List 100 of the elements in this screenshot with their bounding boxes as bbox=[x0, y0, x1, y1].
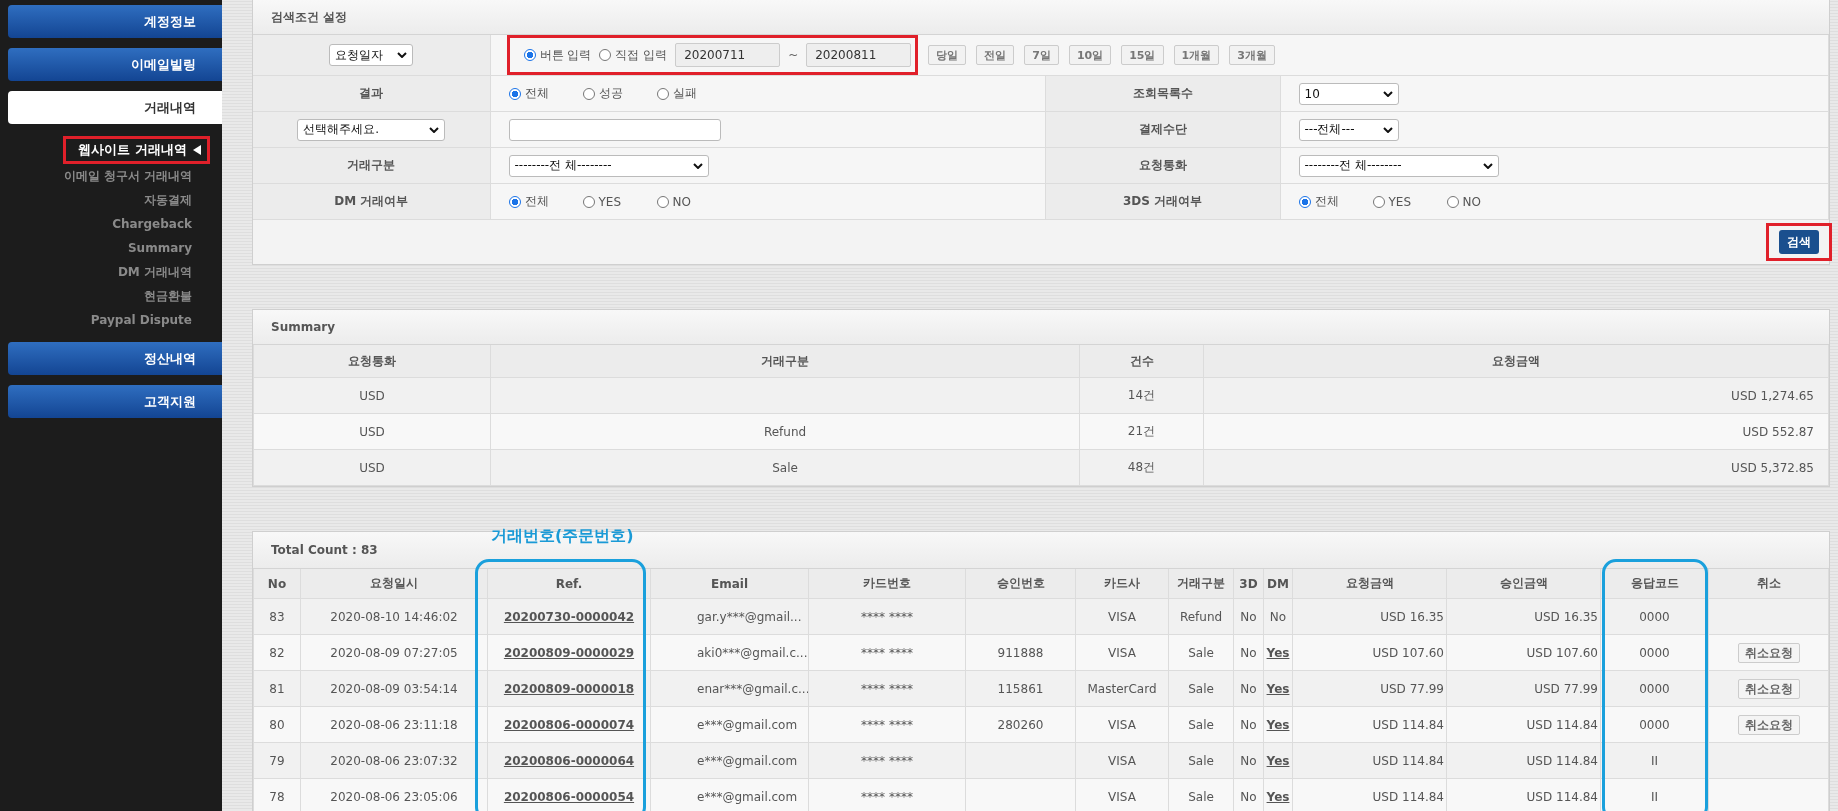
table-cell: 48건 bbox=[1079, 449, 1204, 486]
submenu-item[interactable]: Summary bbox=[127, 236, 210, 260]
table-cell: USD 107.60 bbox=[1292, 634, 1447, 671]
field-select[interactable]: 선택해주세요. bbox=[297, 118, 446, 141]
field-select[interactable]: --------전 체-------- bbox=[1298, 154, 1499, 177]
table-cell: Sale bbox=[1168, 778, 1234, 811]
field-select[interactable]: 10 bbox=[1298, 82, 1399, 105]
range-button[interactable]: 15일 bbox=[1121, 45, 1164, 65]
table-cell: VISA bbox=[1075, 742, 1169, 779]
field-label: 거래구분 bbox=[347, 158, 396, 172]
radio-option[interactable]: 성공 bbox=[582, 85, 655, 102]
radio-option[interactable]: 실패 bbox=[656, 85, 729, 102]
total-count: Total Count : 83 bbox=[271, 543, 378, 557]
column-header: 요청금액 bbox=[1203, 345, 1829, 378]
submenu-item[interactable]: 이메일 청구서 거래내역 bbox=[63, 164, 210, 188]
email-text: enar***@gmail.c... bbox=[697, 681, 808, 696]
submenu-item[interactable]: Paypal Dispute bbox=[90, 308, 210, 332]
radio-option[interactable]: NO bbox=[656, 193, 729, 210]
menu-item[interactable]: 고객지원 bbox=[8, 385, 222, 418]
submenu-label: 웹사이트 거래내역 bbox=[78, 141, 187, 159]
column-header: No bbox=[253, 569, 301, 599]
cancel-request-button[interactable]: 취소요청 bbox=[1737, 678, 1800, 699]
radio-option[interactable]: 버튼 입력 bbox=[523, 46, 592, 64]
radio-option[interactable]: 전체 bbox=[508, 193, 581, 210]
table-cell: 21건 bbox=[1079, 413, 1204, 450]
radio-option[interactable]: 전체 bbox=[508, 85, 581, 102]
panel-title: Summary bbox=[271, 320, 336, 334]
card-number: **** **** bbox=[861, 717, 913, 732]
table-cell: USD 114.84 bbox=[1446, 742, 1601, 779]
table-cell: Sale bbox=[1168, 670, 1234, 707]
column-header: Ref. bbox=[487, 569, 651, 599]
menu-item[interactable]: 거래내역 bbox=[8, 91, 222, 124]
submenu-item[interactable]: 웹사이트 거래내역 bbox=[63, 136, 210, 164]
range-button[interactable]: 3개월 bbox=[1229, 45, 1275, 65]
table-cell: USD 114.84 bbox=[1446, 706, 1601, 743]
radio-option[interactable]: 전체 bbox=[1298, 193, 1371, 210]
table-cell: USD 114.84 bbox=[1292, 706, 1447, 743]
table-cell: USD bbox=[253, 449, 491, 486]
table-cell: USD 1,274.65 bbox=[1203, 377, 1829, 414]
chevron-down-icon bbox=[1382, 126, 1393, 133]
cancel-request-button[interactable]: 취소요청 bbox=[1737, 714, 1800, 735]
table-cell: USD 552.87 bbox=[1203, 413, 1829, 450]
cancel-request-button[interactable]: 취소요청 bbox=[1737, 642, 1800, 663]
column-header: 건수 bbox=[1079, 345, 1204, 378]
table-cell: Refund bbox=[490, 413, 1080, 450]
radio-option[interactable]: 직접 입력 bbox=[599, 46, 668, 64]
email-text: gar.y***@gmail... bbox=[697, 609, 802, 624]
radio-option[interactable]: NO bbox=[1446, 193, 1519, 210]
dm-text: No bbox=[1269, 609, 1287, 624]
column-header: 승인번호 bbox=[965, 569, 1076, 599]
range-button[interactable]: 1개월 bbox=[1173, 45, 1220, 65]
radio-option[interactable]: YES bbox=[582, 193, 655, 210]
panel-title: 검색조건 설정 bbox=[271, 8, 348, 26]
table-cell: 280260 bbox=[965, 706, 1076, 743]
search-button[interactable]: 검색 bbox=[1779, 230, 1819, 254]
table-cell: 911888 bbox=[965, 634, 1076, 671]
range-button[interactable]: 7일 bbox=[1024, 45, 1059, 65]
range-button[interactable]: 당일 bbox=[928, 45, 967, 65]
table-cell: 2020-08-06 23:07:32 bbox=[300, 742, 488, 779]
range-button[interactable]: 전일 bbox=[976, 45, 1015, 65]
field-select[interactable]: --------전 체-------- bbox=[508, 154, 709, 177]
email-text: e***@gmail.com bbox=[697, 717, 798, 732]
date-type-select[interactable]: 요청일자 bbox=[329, 44, 414, 66]
column-header: 거래구분 bbox=[1168, 569, 1234, 599]
submenu-item[interactable]: DM 거래내역 bbox=[117, 260, 210, 284]
table-cell: USD 77.99 bbox=[1446, 670, 1601, 707]
table-cell: 115861 bbox=[965, 670, 1076, 707]
radio-option[interactable]: YES bbox=[1372, 193, 1445, 210]
submenu-item[interactable]: 현금환불 bbox=[144, 284, 210, 308]
email-text: e***@gmail.com bbox=[697, 753, 798, 768]
table-cell: 78 bbox=[253, 778, 301, 811]
menu-item[interactable]: 이메일빌링 bbox=[8, 48, 222, 81]
column-header: 거래구분 bbox=[490, 345, 1080, 378]
table-cell: VISA bbox=[1075, 598, 1169, 635]
table-cell: 81 bbox=[253, 670, 301, 707]
table-cell: 14건 bbox=[1079, 377, 1204, 414]
table-cell: 2020-08-10 14:46:02 bbox=[300, 598, 488, 635]
table-cell: Sale bbox=[490, 449, 1080, 486]
column-header: 요청금액 bbox=[1292, 569, 1447, 599]
chevron-down-icon bbox=[1482, 162, 1493, 169]
column-header: 취소 bbox=[1708, 569, 1829, 599]
text-field[interactable] bbox=[508, 118, 721, 141]
table-cell: USD 16.35 bbox=[1446, 598, 1601, 635]
date-field[interactable]: 20200811 bbox=[806, 43, 912, 67]
submenu-item[interactable]: 자동결제 bbox=[144, 188, 210, 212]
table-cell: USD 77.99 bbox=[1292, 670, 1447, 707]
table-cell: 2020-08-06 23:05:06 bbox=[300, 778, 488, 811]
date-field[interactable]: 20200711 bbox=[675, 43, 781, 67]
table-cell: VISA bbox=[1075, 778, 1169, 811]
menu-item[interactable]: 계정정보 bbox=[8, 5, 222, 38]
field-select[interactable]: ---전체--- bbox=[1298, 118, 1399, 141]
table-cell: 2020-08-09 03:54:14 bbox=[300, 670, 488, 707]
table-cell: Sale bbox=[1168, 742, 1234, 779]
table-cell: USD bbox=[253, 377, 491, 414]
menu-item[interactable]: 정산내역 bbox=[8, 342, 222, 375]
range-button[interactable]: 10일 bbox=[1068, 45, 1112, 65]
table-cell: USD 114.84 bbox=[1292, 778, 1447, 811]
email-text: aki0***@gmail.c... bbox=[697, 645, 808, 660]
submenu-item[interactable]: Chargeback bbox=[112, 212, 210, 236]
field-label: 요청통화 bbox=[1138, 158, 1187, 172]
